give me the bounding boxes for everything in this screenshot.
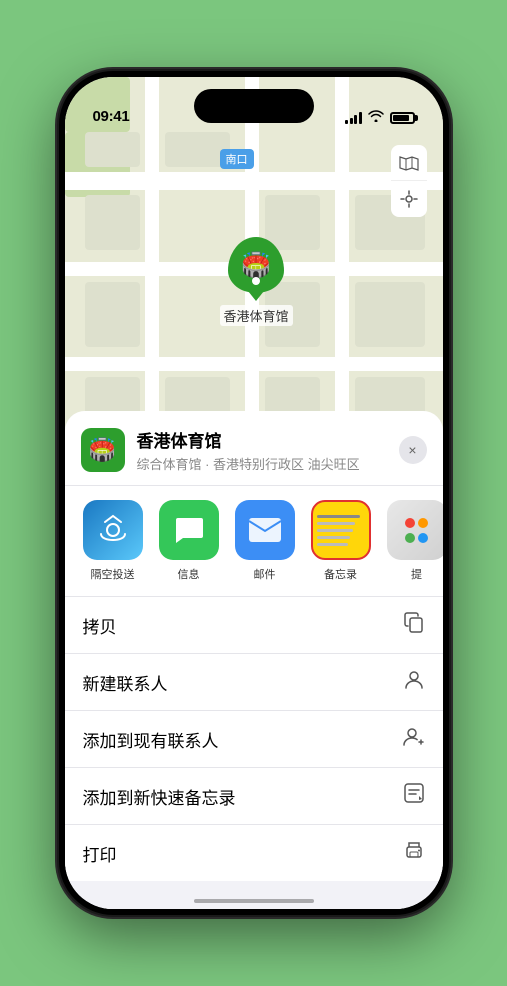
stadium-pin: 🏟️ 香港体育馆 [220, 237, 293, 326]
signal-bars-icon [345, 112, 362, 124]
mail-icon [235, 500, 295, 560]
action-quick-note[interactable]: 添加到新快速备忘录 [65, 768, 443, 825]
close-button[interactable]: × [399, 436, 427, 464]
more-icon [387, 500, 443, 560]
airdrop-icon [83, 500, 143, 560]
share-airdrop[interactable]: 隔空投送 [81, 500, 145, 582]
notes-icon [311, 500, 371, 560]
map-controls [391, 145, 427, 217]
print-icon [403, 839, 425, 867]
venue-info: 香港体育馆 综合体育馆 · 香港特别行政区 油尖旺区 [137, 427, 387, 473]
action-new-contact-label: 新建联系人 [83, 670, 168, 695]
message-label: 信息 [178, 566, 200, 582]
share-message[interactable]: 信息 [157, 500, 221, 582]
phone-screen: 09:41 [65, 77, 443, 909]
share-notes[interactable]: 备忘录 [309, 500, 373, 582]
share-more[interactable]: 提 [385, 500, 443, 582]
airdrop-label: 隔空投送 [91, 566, 135, 582]
quick-note-icon [403, 782, 425, 810]
pin-label: 香港体育馆 [220, 305, 293, 326]
wifi-icon [368, 110, 384, 125]
mail-label: 邮件 [254, 566, 276, 582]
action-add-existing-label: 添加到现有联系人 [83, 727, 219, 752]
new-contact-icon [403, 668, 425, 696]
venue-sub: 综合体育馆 · 香港特别行政区 油尖旺区 [137, 454, 387, 473]
home-indicator [194, 899, 314, 903]
share-mail[interactable]: 邮件 [233, 500, 297, 582]
add-existing-icon [403, 725, 425, 753]
battery-icon [390, 112, 415, 124]
stadium-icon: 🏟️ [241, 251, 271, 280]
action-copy-label: 拷贝 [83, 613, 117, 638]
action-list: 拷贝 新建联系人 [65, 597, 443, 881]
action-copy[interactable]: 拷贝 [65, 597, 443, 654]
action-print[interactable]: 打印 [65, 825, 443, 881]
status-icons [345, 110, 415, 125]
map-entrance-label: 南口 [220, 149, 254, 169]
sheet-header: 🏟️ 香港体育馆 综合体育馆 · 香港特别行政区 油尖旺区 × [65, 411, 443, 486]
notes-label: 备忘录 [324, 566, 357, 582]
copy-icon [403, 611, 425, 639]
message-icon [159, 500, 219, 560]
phone-frame: 09:41 [59, 71, 449, 915]
action-add-existing[interactable]: 添加到现有联系人 [65, 711, 443, 768]
venue-name: 香港体育馆 [137, 427, 387, 452]
share-row: 隔空投送 信息 [65, 486, 443, 597]
action-print-label: 打印 [83, 841, 117, 866]
action-quick-note-label: 添加到新快速备忘录 [83, 784, 236, 809]
action-new-contact[interactable]: 新建联系人 [65, 654, 443, 711]
bottom-sheet: 🏟️ 香港体育馆 综合体育馆 · 香港特别行政区 油尖旺区 × [65, 411, 443, 909]
pin-circle: 🏟️ [228, 237, 284, 293]
map-type-button[interactable] [391, 145, 427, 181]
more-label: 提 [411, 566, 422, 582]
location-button[interactable] [391, 181, 427, 217]
status-time: 09:41 [93, 108, 130, 125]
venue-icon: 🏟️ [81, 428, 125, 472]
dynamic-island [194, 89, 314, 123]
